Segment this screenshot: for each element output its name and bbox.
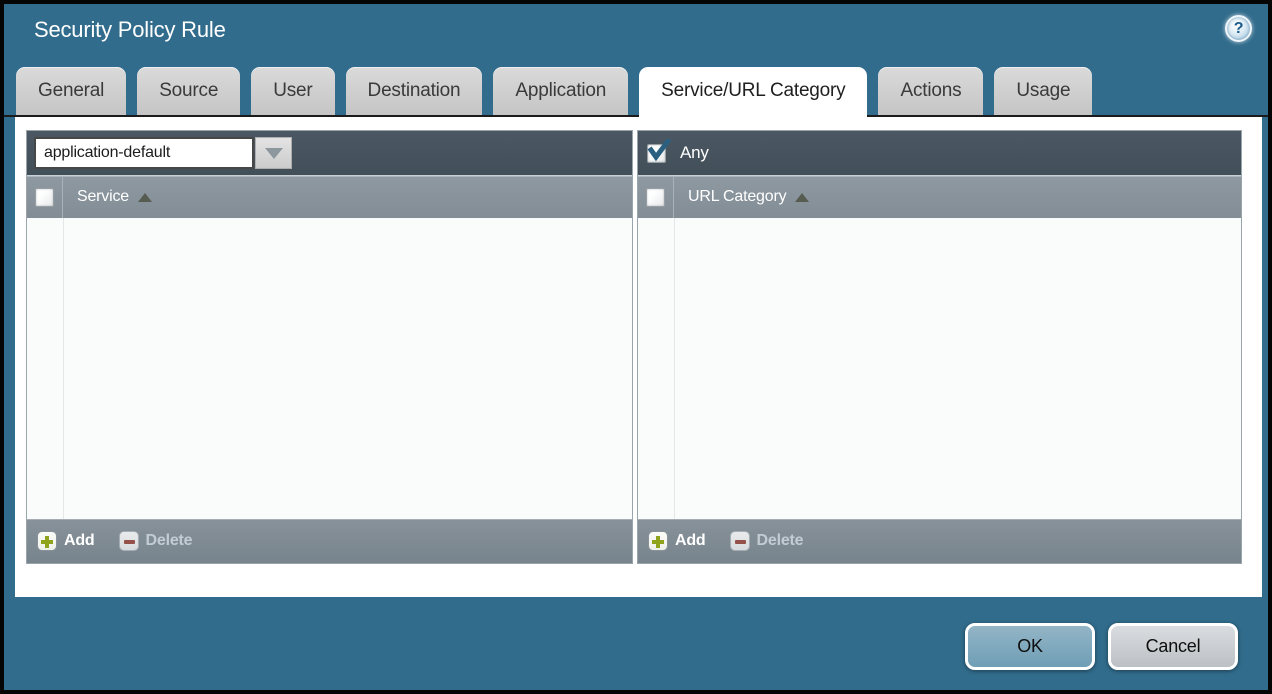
tab-actions[interactable]: Actions: [878, 67, 983, 115]
url-column-header: URL Category: [638, 175, 1241, 218]
minus-icon: [730, 531, 750, 551]
service-delete-button[interactable]: Delete: [119, 531, 193, 551]
tab-destination[interactable]: Destination: [346, 67, 483, 115]
service-list-column-separator: [63, 218, 64, 519]
plus-icon: [37, 531, 57, 551]
service-type-dropdown[interactable]: application-default: [34, 137, 292, 169]
sort-asc-icon[interactable]: [138, 193, 152, 202]
sort-asc-icon[interactable]: [795, 193, 809, 202]
help-glyph: ?: [1234, 20, 1244, 38]
add-button-label: Add: [64, 532, 95, 550]
tab-content: application-default Service A: [15, 117, 1262, 597]
dropdown-arrow-button[interactable]: [255, 137, 292, 169]
url-category-panel: Any URL Category Add Delete: [637, 130, 1242, 564]
service-add-button[interactable]: Add: [37, 531, 95, 551]
minus-icon: [119, 531, 139, 551]
service-list: [27, 218, 632, 519]
tabstrip: General Source User Destination Applicat…: [16, 67, 1103, 117]
ok-button[interactable]: OK: [965, 623, 1095, 670]
url-any-checkbox[interactable]: [647, 144, 666, 163]
service-panel: application-default Service A: [26, 130, 633, 564]
url-delete-button[interactable]: Delete: [730, 531, 804, 551]
url-category-list: [638, 218, 1241, 519]
url-header-checkbox-cell: [638, 176, 674, 218]
tab-user[interactable]: User: [251, 67, 334, 115]
help-icon[interactable]: ?: [1225, 15, 1252, 42]
delete-button-label: Delete: [146, 532, 193, 550]
url-toolbar: Add Delete: [638, 519, 1241, 563]
tab-application[interactable]: Application: [493, 67, 628, 115]
cancel-button[interactable]: Cancel: [1108, 623, 1238, 670]
tab-usage[interactable]: Usage: [994, 67, 1092, 115]
service-type-value[interactable]: application-default: [34, 137, 254, 169]
chevron-down-icon: [265, 148, 283, 159]
plus-icon: [648, 531, 668, 551]
service-header-checkbox-cell: [27, 176, 63, 218]
security-policy-rule-dialog: Security Policy Rule ? General Source Us…: [0, 0, 1272, 694]
service-column-label[interactable]: Service: [77, 188, 129, 206]
service-dropdown-bar: application-default: [27, 131, 632, 175]
check-icon: [647, 139, 671, 163]
tab-service-url-category[interactable]: Service/URL Category: [639, 67, 867, 117]
tab-source[interactable]: Source: [137, 67, 240, 115]
url-any-bar: Any: [638, 131, 1241, 175]
dialog-title: Security Policy Rule: [34, 17, 226, 43]
service-toolbar: Add Delete: [27, 519, 632, 563]
service-select-all-checkbox[interactable]: [35, 188, 54, 207]
url-add-button[interactable]: Add: [648, 531, 706, 551]
url-column-label[interactable]: URL Category: [688, 188, 786, 206]
url-select-all-checkbox[interactable]: [646, 188, 665, 207]
url-list-column-separator: [674, 218, 675, 519]
url-any-label[interactable]: Any: [680, 143, 709, 163]
service-column-header: Service: [27, 175, 632, 218]
delete-button-label: Delete: [757, 532, 804, 550]
add-button-label: Add: [675, 532, 706, 550]
tab-general[interactable]: General: [16, 67, 126, 115]
